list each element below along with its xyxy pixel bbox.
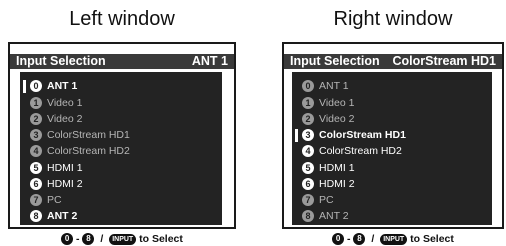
left-window-caption: Left window <box>69 8 175 30</box>
number-3-icon: 3 <box>302 128 314 141</box>
left-input-item-hdmi1[interactable]: 5 HDMI 1 <box>30 161 83 176</box>
right-header-title: Input Selection <box>290 54 380 68</box>
left-window-header: Input Selection ANT 1 <box>10 54 234 69</box>
right-input-item-video2[interactable]: 2 Video 2 <box>302 112 354 127</box>
number-8-icon: 8 <box>82 233 95 246</box>
input-label: ColorStream HD2 <box>319 145 402 157</box>
input-label: HDMI 2 <box>47 178 83 190</box>
right-input-item-hdmi2[interactable]: 6 HDMI 2 <box>302 177 355 192</box>
slash: / <box>100 233 104 245</box>
number-8-icon: 8 <box>30 209 42 222</box>
right-input-item-colorstream-hd1[interactable]: 3 ColorStream HD1 <box>295 128 406 143</box>
input-button-icon: INPUT <box>380 233 408 245</box>
hint-text: to Select <box>410 233 454 245</box>
left-input-item-ant2[interactable]: 8 ANT 2 <box>30 209 77 224</box>
number-0-icon: 0 <box>30 79 42 92</box>
number-2-icon: 2 <box>302 112 314 125</box>
number-1-icon: 1 <box>30 96 42 109</box>
dash: - <box>347 233 351 245</box>
number-7-icon: 7 <box>302 193 314 206</box>
number-8-icon: 8 <box>302 209 314 222</box>
left-input-list: 0 ANT 1 1 Video 1 2 Video 2 3 ColorStream HD… <box>20 72 222 225</box>
input-button-icon: INPUT <box>109 233 137 245</box>
right-input-list: 0 ANT 1 1 Video 1 2 Video 2 3 ColorStream HD… <box>292 72 492 225</box>
left-input-selection-window: Input Selection ANT 1 0 ANT 1 1 Video 1 2V… <box>8 42 236 229</box>
right-input-item-ant1[interactable]: 0 ANT 1 <box>302 79 349 94</box>
right-input-item-ant2[interactable]: 8 ANT 2 <box>302 209 349 224</box>
right-header-current-input: ColorStream HD1 <box>392 54 497 68</box>
number-2-icon: 2 <box>30 112 42 125</box>
number-7-icon: 7 <box>30 193 42 206</box>
right-input-item-hdmi1[interactable]: 5 HDMI 1 <box>302 161 355 176</box>
input-label: HDMI 2 <box>319 178 355 190</box>
number-1-icon: 1 <box>302 96 314 109</box>
number-5-icon: 5 <box>302 161 314 174</box>
number-0-icon: 0 <box>302 79 314 92</box>
input-label: PC <box>319 194 334 206</box>
left-header-current-input: ANT 1 <box>191 54 228 68</box>
left-footer-hint: 0 - 8 / INPUT to Select <box>8 233 236 246</box>
right-input-item-colorstream-hd2[interactable]: 4 ColorStream HD2 <box>302 144 402 159</box>
left-input-item-pc[interactable]: 7 PC <box>30 193 62 208</box>
number-4-icon: 4 <box>302 144 314 157</box>
number-5-icon: 5 <box>30 161 42 174</box>
input-label: Video 1 <box>319 97 355 109</box>
number-6-icon: 6 <box>30 177 42 190</box>
input-label: Video 2 <box>47 113 83 125</box>
input-label: ColorStream HD1 <box>319 129 406 141</box>
input-label: Video 1 <box>47 97 83 109</box>
selection-marker <box>23 80 26 93</box>
left-input-item-colorstream-hd2[interactable]: 4 ColorStream HD2 <box>30 144 130 159</box>
right-input-item-video1[interactable]: 1 Video 1 <box>302 96 354 111</box>
hint-text: to Select <box>139 233 183 245</box>
input-label: Video 2 <box>319 113 355 125</box>
number-0-icon: 0 <box>61 233 74 246</box>
left-input-item-ant1[interactable]: 0 ANT 1 <box>23 79 78 94</box>
right-window-caption: Right window <box>333 8 453 30</box>
right-window-header: Input Selection ColorStream HD1 <box>284 54 502 69</box>
left-input-item-video1[interactable]: 1 Video 1 <box>30 96 82 111</box>
number-0-icon: 0 <box>332 233 345 246</box>
input-label: PC <box>47 194 62 206</box>
left-input-item-colorstream-hd1[interactable]: 3 ColorStream HD1 <box>30 128 130 143</box>
left-header-title: Input Selection <box>16 54 106 68</box>
input-label: ANT 2 <box>319 210 349 222</box>
right-footer-hint: 0 - 8 / INPUT to Select <box>282 233 504 246</box>
left-input-item-hdmi2[interactable]: 6 HDMI 2 <box>30 177 83 192</box>
dash: - <box>76 233 80 245</box>
input-label: HDMI 1 <box>319 162 355 174</box>
right-input-selection-window: Input Selection ColorStream HD1 0 ANT 1 1… <box>282 42 504 229</box>
number-8-icon: 8 <box>353 233 366 246</box>
input-label: ANT 1 <box>319 80 349 92</box>
input-label: ANT 2 <box>47 210 78 222</box>
right-input-item-pc[interactable]: 7 PC <box>302 193 334 208</box>
number-4-icon: 4 <box>30 144 42 157</box>
input-label: ColorStream HD1 <box>47 129 130 141</box>
input-label: ANT 1 <box>47 80 78 92</box>
slash: / <box>371 233 375 245</box>
selection-marker <box>295 129 298 142</box>
input-label: HDMI 1 <box>47 162 83 174</box>
number-6-icon: 6 <box>302 177 314 190</box>
number-3-icon: 3 <box>30 128 42 141</box>
left-input-item-video2[interactable]: 2 Video 2 <box>30 112 82 127</box>
input-label: ColorStream HD2 <box>47 145 130 157</box>
